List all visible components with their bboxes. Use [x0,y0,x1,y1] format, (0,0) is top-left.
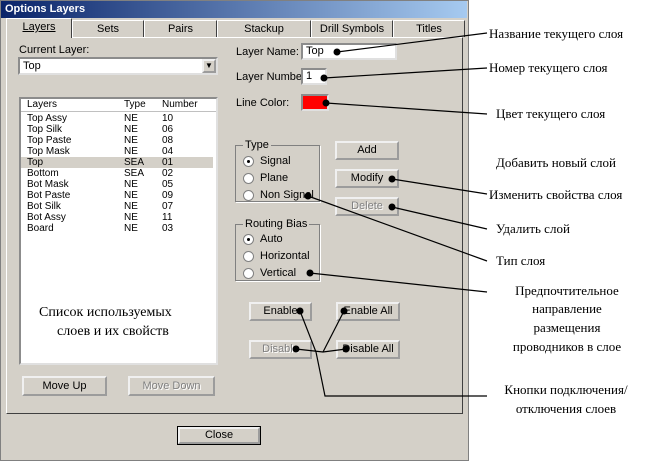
annotation-layer-name: Название текущего слоя [489,26,624,41]
annotation-add: Добавить новый слой [496,155,616,170]
tab-layers[interactable]: Layers [6,18,72,38]
annotation-modify: Изменить свойства слоя [489,187,623,202]
annotation-layer-number: Номер текущего слоя [489,60,608,75]
annotation-delete: Удалить слой [496,221,570,236]
annotation-type: Тип слоя [496,253,546,268]
annotation-enable-1: Кнопки подключения/ [504,382,628,397]
annotation-routing-2: направление [532,301,602,316]
annotation-routing-1: Предпочтительное [515,283,619,298]
annotation-enable-2: отключения слоев [515,401,617,416]
annotation-routing-3: размещения [533,320,601,335]
annotation-routing-4: проводников в слое [512,339,622,354]
tab-layers-label: Layers [22,21,56,33]
annotation-line-color: Цвет текущего слоя [496,106,606,121]
